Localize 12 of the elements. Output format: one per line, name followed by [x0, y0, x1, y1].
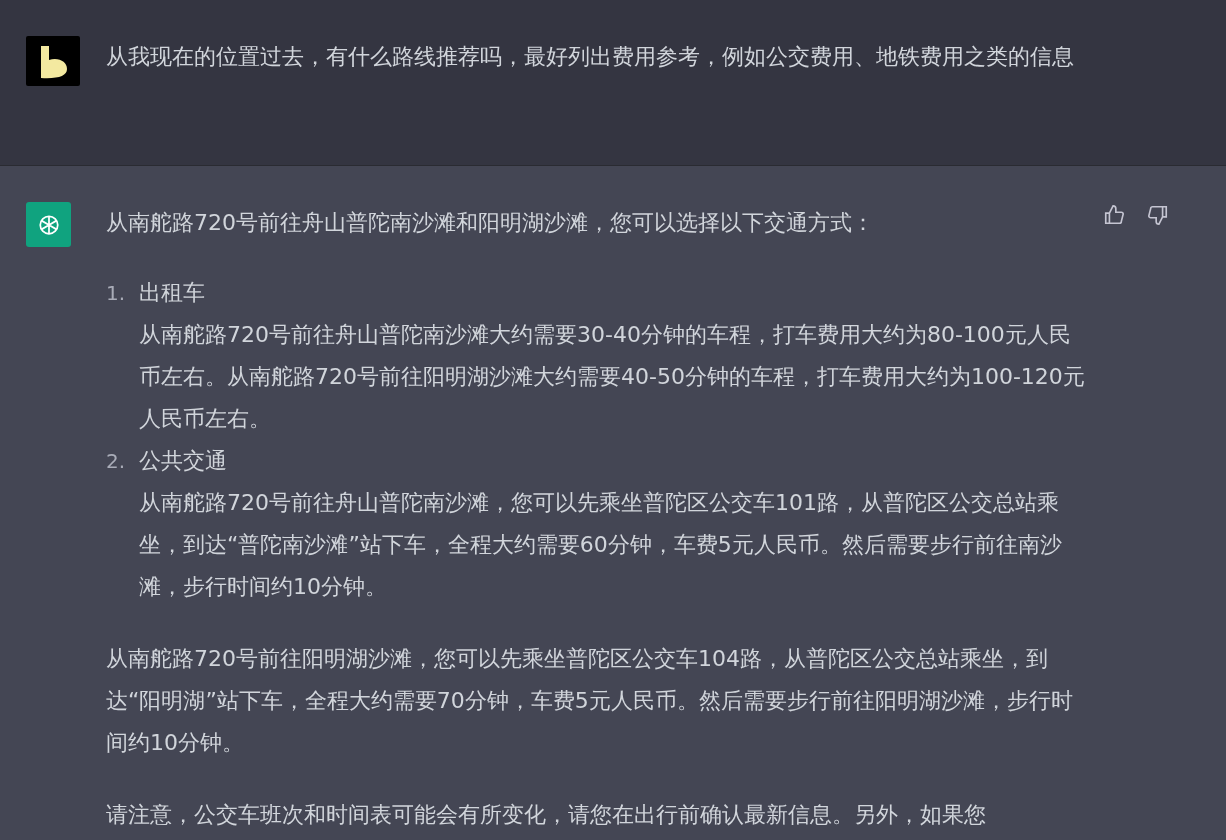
- list-number: 1.: [106, 280, 127, 307]
- paragraph-text: 请注意，公交车班次和时间表可能会有所变化，请您在出行前确认最新信息。另外，如果您: [106, 801, 987, 829]
- assistant-intro-text: 从南舵路720号前往舟山普陀南沙滩和阳明湖沙滩，您可以选择以下交通方式：: [106, 209, 875, 237]
- list-item-text: 从南舵路720号前往舟山普陀南沙滩，您可以先乘坐普陀区公交车101路，从普陀区公交总站乘坐，到达“普陀南沙滩”站下车，全程大约需要60分钟，车费5元人民币。然后需要步行前往南沙滩，步行时间约10分钟。: [139, 489, 1063, 601]
- paragraph-text: 从南舵路720号前往阳明湖沙滩，您可以先乘坐普陀区公交车104路，从普陀区公交总站乘坐，到达“阳明湖”站下车，全程大约需要70分钟，车费5元人民币。然后需要步行前往阳明湖沙滩，步行时间约10分钟。: [106, 645, 1074, 757]
- list-item-title: 出租车: [139, 279, 206, 307]
- assistant-avatar: [26, 202, 71, 247]
- list-item-text: 从南舵路720号前往舟山普陀南沙滩大约需要30-40分钟的车程，打车费用大约为80-100元人民币左右。从南舵路720号前往阳明湖沙滩大约需要40-50分钟的车程，打车费用大约为100-120元人民币左右。: [139, 321, 1086, 433]
- list-number: 2.: [106, 448, 127, 475]
- user-avatar: [26, 36, 80, 86]
- list-item-title: 公共交通: [139, 447, 228, 475]
- user-message-text: 从我现在的位置过去，有什么路线推荐吗，最好列出费用参考，例如公交费用、地铁费用之类的信息: [106, 43, 1075, 71]
